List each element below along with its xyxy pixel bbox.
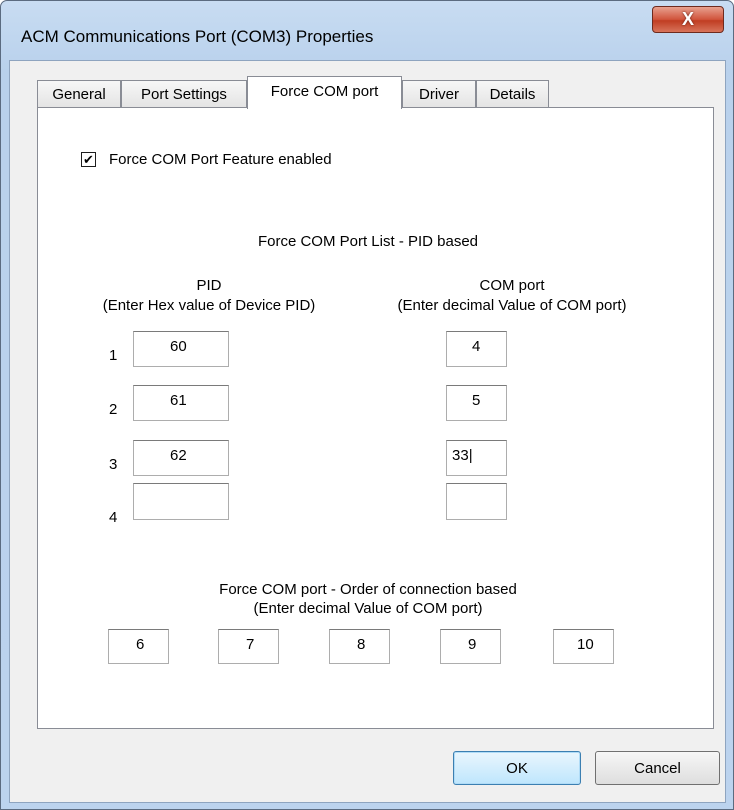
ok-button[interactable]: OK — [453, 751, 581, 785]
pid-field-3[interactable]: 62 — [133, 440, 229, 476]
properties-dialog: ACM Communications Port (COM3) Propertie… — [0, 0, 734, 810]
ok-button-label: OK — [506, 759, 528, 777]
field-value: 5 — [472, 392, 481, 409]
com-field-2[interactable]: 5 — [446, 385, 507, 421]
pid-section-heading: Force COM Port List - PID based — [257, 233, 479, 250]
field-value: 60 — [170, 338, 187, 355]
checkmark-icon: ✔ — [83, 152, 94, 167]
order-section-heading: Force COM port - Order of connection bas… — [219, 581, 517, 598]
field-value: 7 — [246, 636, 255, 653]
com-field-1[interactable]: 4 — [446, 331, 507, 367]
window-title: ACM Communications Port (COM3) Propertie… — [21, 27, 374, 46]
com-field-4[interactable] — [446, 483, 507, 520]
tab-force-com-port[interactable]: Force COM port — [247, 76, 402, 109]
pid-field-1[interactable]: 60 — [133, 331, 229, 367]
text-cursor — [469, 447, 473, 464]
close-button[interactable]: X — [652, 6, 724, 33]
field-value: 61 — [170, 392, 187, 409]
tab-port-settings[interactable]: Port Settings — [121, 80, 247, 107]
com-column-header: COM port — [479, 277, 545, 294]
field-value: 10 — [577, 636, 594, 653]
field-value: 62 — [170, 447, 187, 464]
cancel-button[interactable]: Cancel — [595, 751, 720, 785]
tab-label: Details — [489, 85, 536, 103]
order-field-1[interactable]: 6 — [108, 629, 169, 664]
tab-label: Force COM port — [270, 83, 379, 100]
field-value: 4 — [472, 338, 481, 355]
tab-general[interactable]: General — [37, 80, 121, 107]
order-field-2[interactable]: 7 — [218, 629, 279, 664]
com-column-subheader: (Enter decimal Value of COM port) — [397, 297, 627, 314]
row-index: 1 — [109, 347, 118, 364]
field-value: 6 — [136, 636, 145, 653]
row-index: 2 — [109, 401, 118, 418]
order-field-3[interactable]: 8 — [329, 629, 390, 664]
com-field-3[interactable]: 33 — [446, 440, 507, 476]
tab-label: Driver — [419, 85, 459, 103]
order-section-subheading: (Enter decimal Value of COM port) — [253, 600, 483, 617]
field-value: 9 — [468, 636, 477, 653]
pid-column-subheader: (Enter Hex value of Device PID) — [102, 297, 316, 314]
order-field-4[interactable]: 9 — [440, 629, 501, 664]
row-index: 4 — [109, 509, 118, 526]
pid-column-header: PID — [196, 277, 222, 294]
pid-field-2[interactable]: 61 — [133, 385, 229, 421]
close-icon: X — [681, 9, 694, 29]
field-value: 33 — [452, 447, 469, 464]
tab-label: General — [52, 85, 106, 103]
field-value: 8 — [357, 636, 366, 653]
tab-driver[interactable]: Driver — [402, 80, 476, 107]
tab-details[interactable]: Details — [476, 80, 549, 107]
force-com-checkbox-label[interactable]: Force COM Port Feature enabled — [109, 151, 332, 168]
tab-label: Port Settings — [141, 85, 227, 103]
row-index: 3 — [109, 456, 118, 473]
force-com-checkbox[interactable]: ✔ — [81, 152, 96, 167]
cancel-button-label: Cancel — [634, 759, 681, 777]
pid-field-4[interactable] — [133, 483, 229, 520]
order-field-5[interactable]: 10 — [553, 629, 614, 664]
